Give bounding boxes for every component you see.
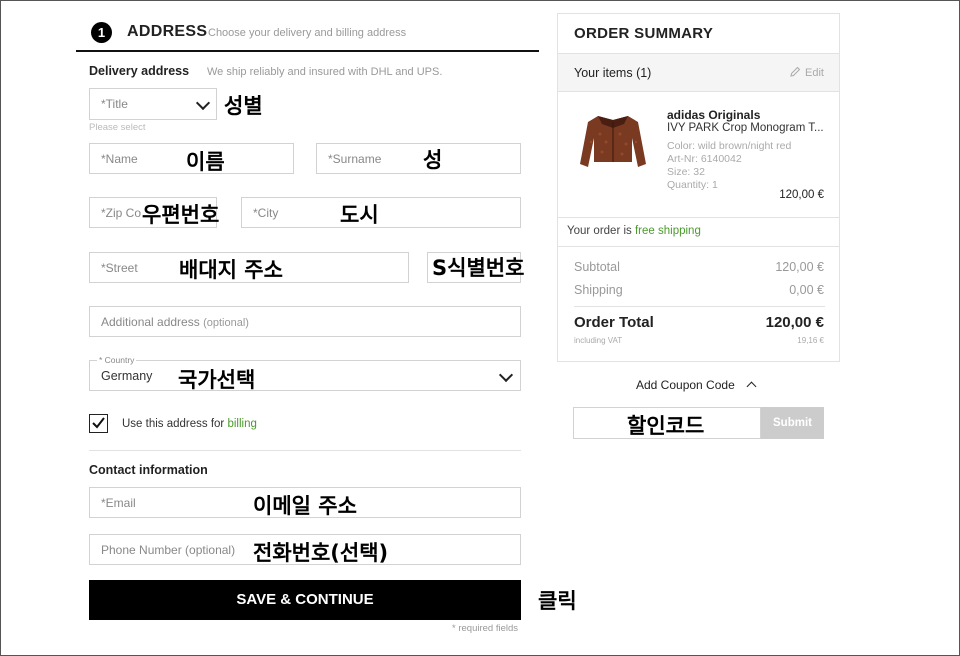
annotation-email: 이메일 주소 [253, 494, 357, 518]
step-number-badge: 1 [91, 22, 112, 43]
shipping-value: 0,00 € [789, 283, 824, 297]
product-brand: adidas Originals [667, 108, 761, 122]
pencil-icon [790, 66, 801, 77]
additional-address-field[interactable]: Additional address (optional) [89, 306, 521, 337]
annotation-street-id: S식별번호 [432, 256, 525, 280]
country-label: * Country [97, 355, 137, 365]
annotation-phone: 전화번호(선택) [253, 541, 389, 565]
country-value: Germany [101, 368, 153, 383]
divider [558, 217, 839, 218]
subtotal-value: 120,00 € [775, 260, 824, 274]
billing-checkbox[interactable] [89, 414, 108, 433]
shipping-label: Shipping [574, 283, 623, 297]
order-summary-title: ORDER SUMMARY [574, 25, 714, 42]
contact-heading: Contact information [89, 463, 208, 477]
divider [574, 306, 825, 307]
add-coupon-toggle[interactable]: Add Coupon Code [636, 378, 757, 392]
chevron-down-icon [195, 95, 211, 111]
annotation-street: 배대지 주소 [179, 258, 283, 282]
chevron-down-icon [498, 367, 514, 383]
annotation-click: 클릭 [538, 589, 577, 613]
order-summary-header: ORDER SUMMARY [558, 14, 839, 54]
title-hint: Please select [89, 122, 146, 133]
checkmark-icon [92, 417, 105, 429]
section-divider [89, 450, 521, 451]
order-summary-panel: ORDER SUMMARY Your items (1) Edit adidas… [557, 13, 840, 362]
annotation-surname: 성 [423, 148, 443, 172]
step-subtitle: Choose your delivery and billing address [208, 27, 407, 39]
annotation-coupon: 할인코드 [627, 414, 705, 438]
annotation-zip: 우편번호 [142, 203, 220, 227]
annotation-city: 도시 [340, 203, 379, 227]
street-placeholder: *Street [101, 260, 138, 275]
annotation-country: 국가선택 [178, 368, 256, 392]
title-placeholder: *Title [101, 97, 128, 111]
annotation-name: 이름 [186, 150, 225, 174]
save-continue-button[interactable]: SAVE & CONTINUE [89, 580, 521, 620]
divider [558, 246, 839, 247]
product-art-number: Art-Nr: 6140042 [667, 153, 742, 165]
email-placeholder: *Email [101, 495, 136, 510]
name-placeholder: *Name [101, 151, 138, 166]
delivery-address-heading: Delivery address [89, 64, 190, 78]
delivery-note: We ship reliably and insured with DHL an… [207, 66, 443, 78]
phone-placeholder: Phone Number (optional) [101, 542, 236, 557]
zip-placeholder: *Zip Co [101, 205, 142, 220]
step-title: ADDRESS [127, 23, 208, 40]
items-header: Your items (1) Edit [558, 54, 839, 92]
coupon-submit-button[interactable]: Submit [761, 407, 824, 439]
product-image [580, 116, 646, 167]
city-field[interactable]: *City [241, 197, 521, 228]
header-divider [76, 50, 539, 52]
vat-value: 19,16 € [797, 336, 824, 345]
order-total-value: 120,00 € [765, 314, 824, 331]
surname-placeholder: *Surname [328, 151, 382, 166]
subtotal-label: Subtotal [574, 260, 620, 274]
product-color: Color: wild brown/night red [667, 140, 792, 152]
surname-field[interactable]: *Surname [316, 143, 521, 174]
product-price: 120,00 € [779, 189, 824, 201]
city-placeholder: *City [253, 205, 279, 220]
vat-label: including VAT [574, 336, 623, 345]
product-size: Size: 32 [667, 166, 705, 178]
product-quantity: Quantity: 1 [667, 179, 718, 191]
shipping-note: Your order is free shipping [567, 225, 701, 237]
billing-checkbox-label: Use this address for billing [122, 418, 257, 430]
country-select[interactable]: Germany [89, 360, 521, 391]
edit-link[interactable]: Edit [789, 66, 824, 79]
annotation-title: 성별 [224, 94, 263, 118]
additional-address-placeholder: Additional address (optional) [101, 314, 249, 329]
items-label: Your items (1) [574, 66, 652, 80]
title-select[interactable]: *Title [89, 88, 217, 120]
order-total-label: Order Total [574, 314, 654, 331]
required-fields-note: * required fields [452, 623, 519, 634]
product-name[interactable]: IVY PARK Crop Monogram T... [667, 122, 824, 134]
